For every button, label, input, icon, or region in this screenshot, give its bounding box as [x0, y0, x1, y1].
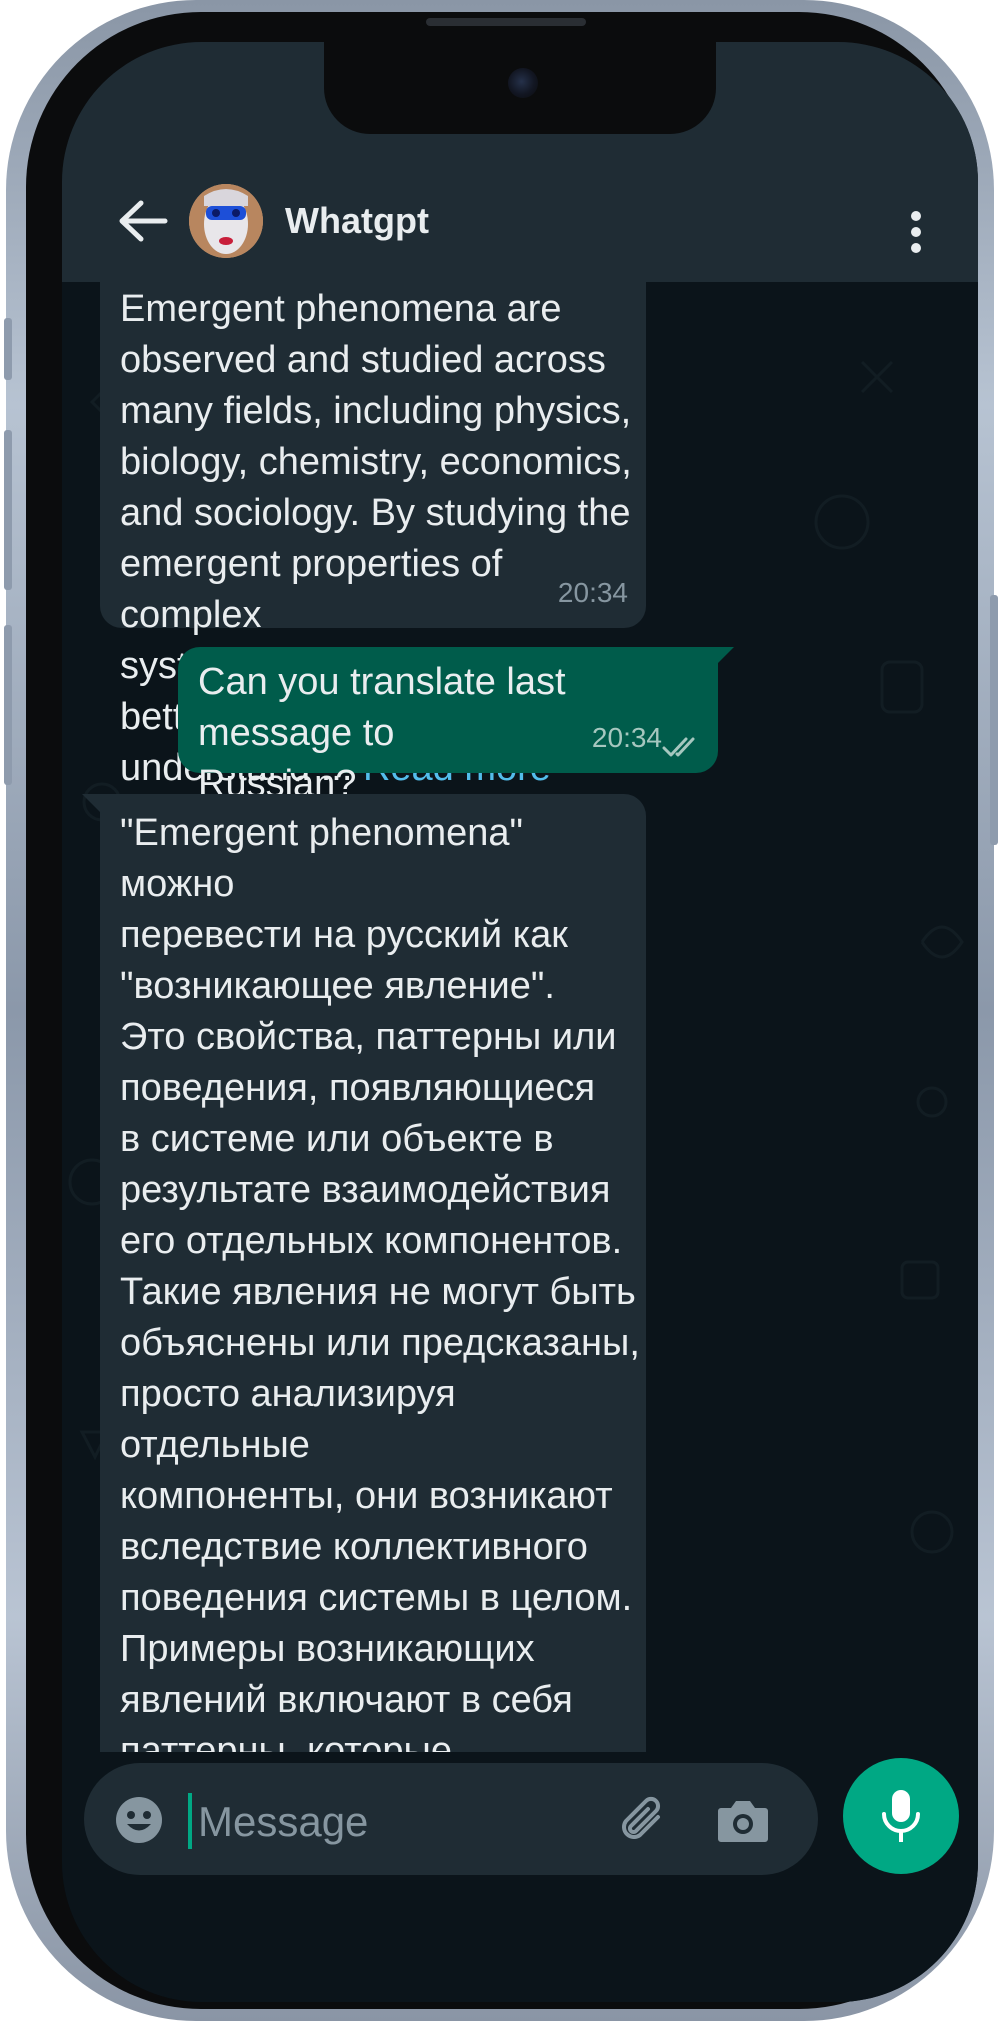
mic-icon [882, 1790, 920, 1842]
mic-button[interactable] [843, 1758, 959, 1874]
contact-name[interactable]: Whatgpt [285, 200, 429, 242]
message-input[interactable] [196, 1791, 600, 1853]
earpiece-speaker [426, 18, 586, 26]
arrow-left-icon[interactable] [117, 200, 169, 242]
composer [62, 1752, 978, 2002]
phone-bezel: Whatgpt Emergent phenomena are observed … [26, 12, 978, 2009]
text-cursor [188, 1793, 192, 1849]
message-bubble-incoming[interactable]: "Emergent phenomena" можно перевести на … [82, 794, 646, 1752]
more-vertical-icon[interactable] [910, 210, 922, 254]
power-button [990, 595, 998, 845]
message-time: 20:34 [591, 722, 662, 753]
front-camera [508, 68, 538, 98]
screen: Whatgpt Emergent phenomena are observed … [62, 42, 978, 2002]
double-check-icon [662, 737, 695, 757]
volume-down-button [4, 625, 12, 785]
side-button [4, 318, 12, 380]
paperclip-icon[interactable] [614, 1793, 668, 1847]
message-text: "Emergent phenomena" можно перевести на … [120, 812, 640, 1752]
message-bubble-incoming[interactable]: Emergent phenomena are observed and stud… [100, 282, 646, 789]
message-bubble-outgoing[interactable]: Can you translate last message to Russia… [178, 647, 734, 805]
notch [324, 42, 716, 134]
message-input-pill [84, 1763, 818, 1875]
emoji-icon[interactable] [114, 1795, 164, 1845]
avatar[interactable] [189, 184, 263, 258]
avatar-image [189, 184, 263, 258]
volume-up-button [4, 430, 12, 590]
camera-icon[interactable] [717, 1796, 769, 1844]
phone-frame: Whatgpt Emergent phenomena are observed … [4, 0, 998, 2021]
chat-area[interactable]: Emergent phenomena are observed and stud… [62, 282, 978, 1752]
bubble-tail [714, 647, 734, 667]
message-time: 20:34 [557, 577, 628, 608]
bubble-tail [82, 794, 102, 814]
